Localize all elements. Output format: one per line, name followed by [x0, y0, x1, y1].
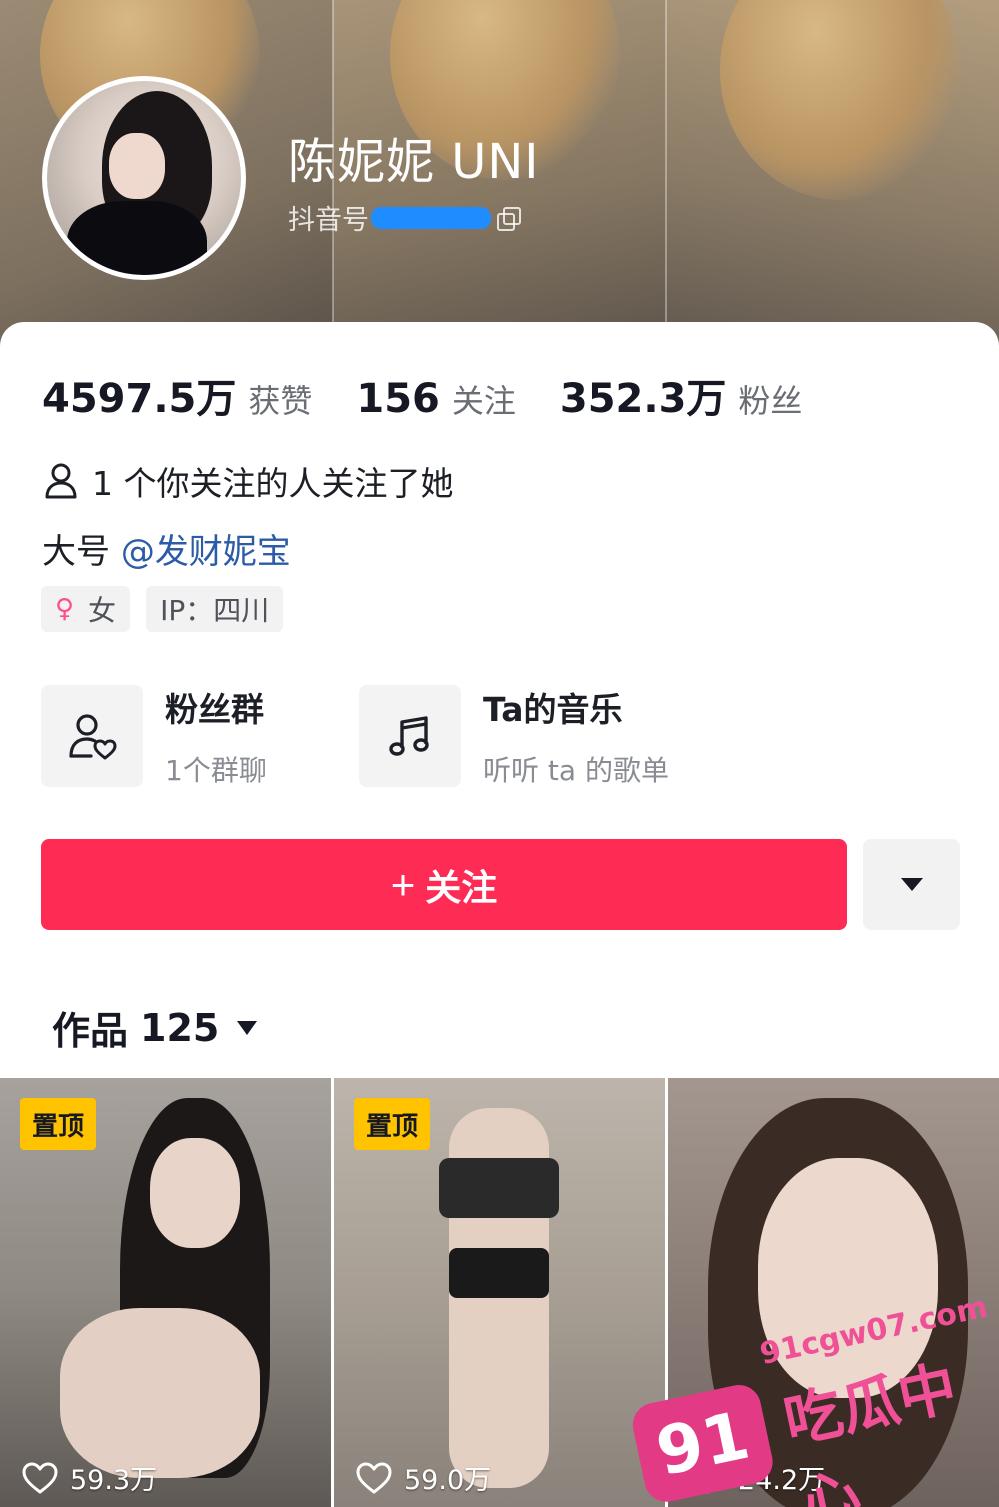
bio-prefix: 大号	[42, 532, 110, 572]
stat-label: 关注	[451, 382, 516, 420]
thumbnail-image	[439, 1158, 559, 1218]
feature-title: Ta的音乐	[483, 690, 623, 729]
like-count-text: 59.0万	[404, 1465, 492, 1496]
redaction-mark	[371, 206, 491, 229]
fan-group-entry[interactable]: 粉丝群 1个群聊	[41, 684, 267, 788]
copy-icon[interactable]	[497, 206, 521, 231]
video-thumbnail[interactable]: 置顶 59.0万	[334, 1078, 665, 1507]
caret-down-icon	[237, 1020, 258, 1035]
douyin-id[interactable]: 抖音号	[288, 198, 521, 237]
heart-icon	[22, 1462, 58, 1493]
ip-label: IP：四川	[160, 594, 270, 627]
avatar[interactable]	[42, 76, 246, 280]
video-thumbnail[interactable]: 置顶 59.3万	[0, 1078, 331, 1507]
watermark-badge: 91	[628, 1380, 777, 1506]
feature-entries: 粉丝群 1个群聊 Ta的音乐 听听 ta 的歌单	[41, 684, 961, 788]
caret-down-icon	[900, 878, 923, 891]
pinned-badge: 置顶	[20, 1098, 97, 1150]
stats-row: 4597.5万 获赞 156 关注 352.3万 粉丝	[42, 366, 846, 424]
stat-following[interactable]: 156 关注	[356, 376, 516, 422]
stat-value: 352.3万	[559, 376, 727, 422]
music-entry[interactable]: Ta的音乐 听听 ta 的歌单	[359, 684, 669, 788]
follow-label: 关注	[425, 866, 498, 908]
fan-group-icon-box	[41, 685, 143, 787]
works-label: 作品	[52, 1009, 129, 1053]
music-note-icon	[389, 716, 429, 756]
pinned-badge: 置顶	[354, 1098, 431, 1150]
like-count: 59.0万	[356, 1458, 491, 1497]
thumbnail-image	[150, 1138, 240, 1248]
tab-works[interactable]: 作品 125	[52, 1000, 258, 1055]
like-count-text: 59.3万	[70, 1465, 158, 1496]
more-options-button[interactable]	[863, 839, 960, 930]
mutual-text: 1 个你关注的人关注了她	[92, 464, 454, 503]
gender-tag: ♀ 女	[41, 586, 131, 632]
avatar-face	[109, 133, 165, 199]
profile-banner: 陈妮妮 UNI 抖音号	[0, 0, 999, 360]
bio: 大号 @发财妮宝	[42, 524, 291, 573]
feature-subtitle: 听听 ta 的歌单	[483, 754, 669, 787]
feature-subtitle: 1个群聊	[165, 754, 267, 787]
thumbnail-image	[60, 1308, 260, 1478]
stat-followers[interactable]: 352.3万 粉丝	[560, 366, 803, 424]
profile-tags: ♀ 女 IP：四川	[41, 586, 299, 632]
douyin-id-label: 抖音号	[288, 205, 369, 236]
fan-group-text: 粉丝群 1个群聊	[165, 683, 267, 789]
mention-link[interactable]: @发财妮宝	[121, 532, 291, 572]
stat-value: 4597.5万	[42, 376, 237, 422]
stat-label: 获赞	[248, 382, 313, 420]
stat-value: 156	[356, 376, 440, 422]
fan-group-icon	[69, 714, 117, 760]
banner-divider	[665, 0, 667, 360]
stat-label: 粉丝	[738, 382, 803, 420]
female-icon: ♀	[55, 594, 75, 624]
music-text: Ta的音乐 听听 ta 的歌单	[483, 683, 669, 789]
person-icon	[45, 463, 77, 499]
works-count: 125	[140, 1005, 220, 1050]
gender-label: 女	[88, 594, 117, 627]
ip-tag: IP：四川	[146, 586, 284, 632]
avatar-body	[67, 201, 207, 275]
mutual-follow-info[interactable]: 1 个你关注的人关注了她	[44, 457, 454, 505]
thumbnail-image	[449, 1248, 549, 1298]
plus-icon: +	[390, 860, 416, 908]
music-icon-box	[359, 685, 461, 787]
feature-title: 粉丝群	[165, 690, 264, 729]
profile-name: 陈妮妮 UNI	[288, 134, 540, 190]
stat-likes[interactable]: 4597.5万 获赞	[42, 366, 312, 424]
heart-icon	[356, 1462, 392, 1493]
like-count: 59.3万	[22, 1458, 157, 1497]
follow-button[interactable]: + 关注	[41, 839, 847, 930]
